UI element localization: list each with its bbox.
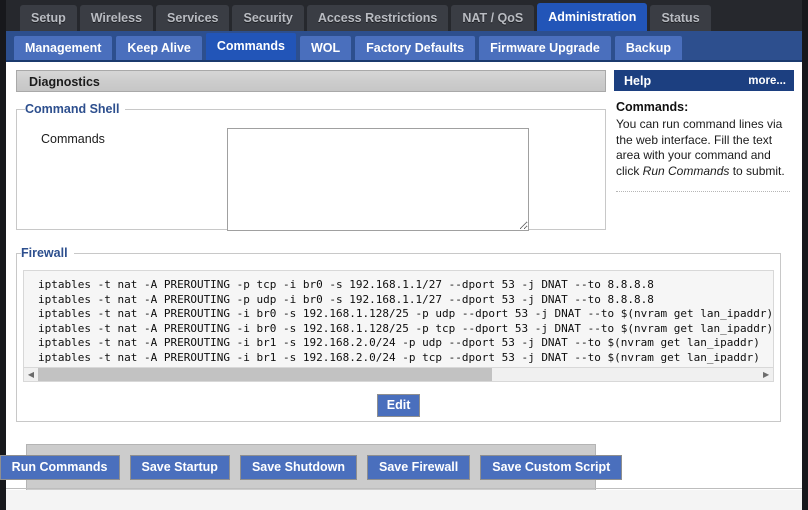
- subnav-tab-factory-defaults[interactable]: Factory Defaults: [355, 36, 476, 60]
- save-custom-script-button[interactable]: Save Custom Script: [480, 455, 623, 480]
- main-column: Diagnostics Command Shell Commands Firew…: [0, 62, 782, 510]
- help-heading: Commands:: [616, 100, 689, 114]
- help-more-link[interactable]: more...: [748, 75, 786, 87]
- help-text-part2: to submit.: [729, 163, 785, 178]
- edit-button[interactable]: Edit: [376, 394, 421, 417]
- nav-tab-security[interactable]: Security: [232, 5, 304, 31]
- nav-tab-setup[interactable]: Setup: [20, 5, 77, 31]
- help-divider: [616, 191, 790, 192]
- commands-field-label: Commands: [41, 132, 105, 146]
- nav-tab-access-restrictions[interactable]: Access Restrictions: [306, 5, 449, 31]
- scrollbar-thumb[interactable]: [38, 368, 493, 381]
- save-firewall-button[interactable]: Save Firewall: [367, 455, 471, 480]
- command-shell-section: Command Shell Commands: [16, 102, 606, 231]
- help-panel-body: Commands: You can run command lines via …: [614, 91, 794, 192]
- help-text: You can run command lines via the web in…: [616, 117, 790, 179]
- save-startup-button[interactable]: Save Startup: [129, 455, 230, 480]
- nav-tab-nat-qos[interactable]: NAT / QoS: [451, 5, 535, 31]
- commands-field-row: Commands: [27, 124, 595, 231]
- router-admin-page: Setup Wireless Services Security Access …: [0, 0, 808, 510]
- primary-nav: Setup Wireless Services Security Access …: [6, 0, 802, 31]
- nav-tab-status[interactable]: Status: [650, 5, 711, 31]
- subnav-tab-wol[interactable]: WOL: [299, 36, 352, 60]
- nav-tab-services[interactable]: Services: [156, 5, 230, 31]
- firewall-legend: Firewall: [21, 246, 68, 260]
- commands-input[interactable]: [227, 128, 529, 231]
- run-commands-button[interactable]: Run Commands: [0, 455, 120, 480]
- help-panel-header: Help more...: [614, 70, 794, 91]
- secondary-nav: Management Keep Alive Commands WOL Facto…: [6, 31, 802, 62]
- subnav-tab-commands[interactable]: Commands: [205, 33, 296, 60]
- scrollbar-track[interactable]: [38, 368, 759, 381]
- help-title: Help: [624, 73, 652, 88]
- page-footer: [6, 490, 802, 510]
- help-panel: Help more... Commands: You can run comma…: [606, 62, 802, 510]
- page-title: Diagnostics: [16, 70, 606, 92]
- subnav-tab-backup[interactable]: Backup: [614, 36, 682, 60]
- nav-tab-administration[interactable]: Administration: [537, 3, 648, 31]
- triangle-left-icon[interactable]: ◀: [24, 368, 38, 381]
- nav-tab-wireless[interactable]: Wireless: [79, 5, 154, 31]
- command-shell-legend: Command Shell: [25, 102, 120, 116]
- footer-divider: [6, 488, 802, 489]
- subnav-tab-firmware-upgrade[interactable]: Firmware Upgrade: [479, 36, 611, 60]
- help-text-emphasis: Run Commands: [642, 163, 730, 178]
- subnav-tab-management[interactable]: Management: [14, 36, 113, 60]
- firewall-horizontal-scrollbar[interactable]: ◀ ▶: [23, 367, 775, 382]
- subnav-tab-keep-alive[interactable]: Keep Alive: [116, 36, 202, 60]
- content-area: Diagnostics Command Shell Commands Firew…: [0, 62, 802, 510]
- save-shutdown-button[interactable]: Save Shutdown: [239, 455, 358, 480]
- action-button-bar: Run Commands Save Startup Save Shutdown …: [0, 444, 623, 491]
